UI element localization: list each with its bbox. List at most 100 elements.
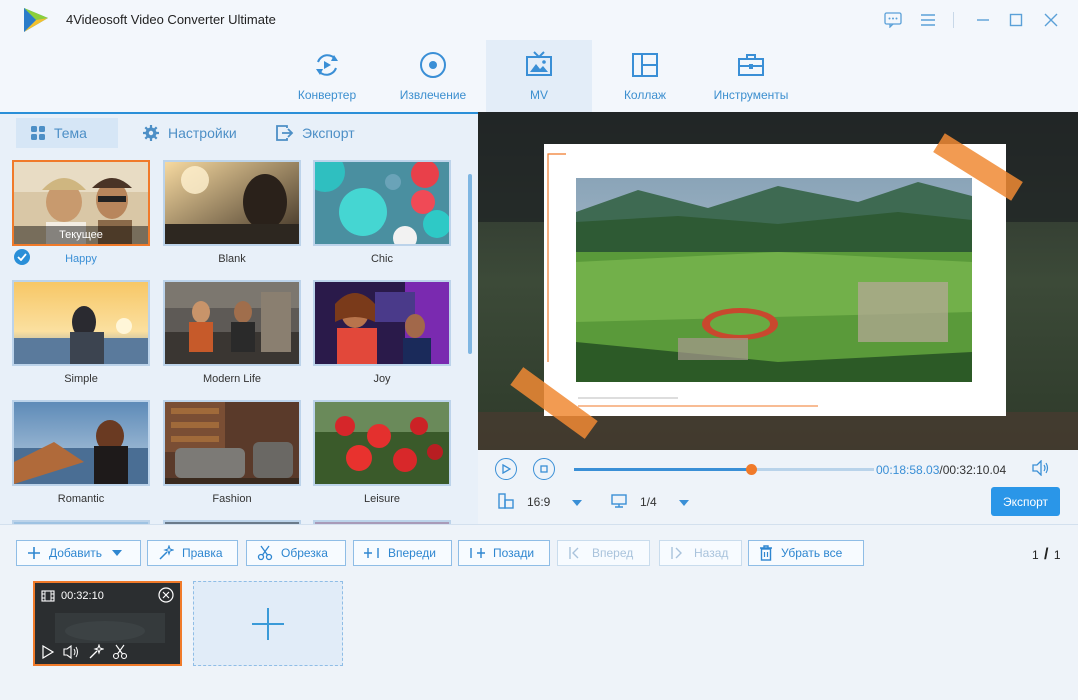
gear-icon: [143, 125, 159, 141]
move-forward-icon: [569, 547, 579, 559]
tab-collage[interactable]: Коллаж: [602, 40, 688, 112]
minimize-icon[interactable]: [973, 10, 993, 30]
add-label: Добавить: [49, 546, 103, 560]
clip-volume-button[interactable]: [63, 644, 81, 662]
play-icon: [42, 644, 55, 660]
add-clip-slot[interactable]: [193, 581, 343, 666]
close-circle-icon: [158, 587, 174, 603]
theme-name: Joy: [373, 373, 391, 385]
tab-converter[interactable]: Конвертер: [284, 40, 370, 112]
theme-modern-life[interactable]: Modern Life: [163, 280, 301, 385]
move-backward-icon: [671, 547, 682, 559]
subtab-settings-label: Настройки: [168, 125, 237, 141]
theme-name: Fashion: [212, 493, 252, 505]
export-button[interactable]: Экспорт: [991, 487, 1060, 516]
title-bar: 4Videosoft Video Converter Ultimate: [0, 0, 1078, 40]
film-icon: [41, 590, 55, 602]
tab-toolbox[interactable]: Инструменты: [706, 40, 796, 112]
theme-thumbnail[interactable]: [163, 400, 301, 486]
theme-grid: Текущее Happy Blank Chic Simple Modern L…: [12, 160, 460, 526]
theme-name: Romantic: [57, 493, 105, 505]
theme-fashion[interactable]: Fashion: [163, 400, 301, 505]
close-icon[interactable]: [1041, 10, 1061, 30]
screen-value: 1/4: [640, 495, 657, 509]
theme-thumbnail[interactable]: [12, 280, 150, 366]
theme-thumbnail[interactable]: Текущее: [12, 160, 150, 246]
progress-knob[interactable]: [746, 464, 757, 475]
trim-button[interactable]: Обрезка: [246, 540, 346, 566]
theme-romantic[interactable]: Romantic: [12, 400, 150, 505]
theme-thumbnail[interactable]: [163, 160, 301, 246]
mv-preview: [478, 112, 1078, 450]
theme-thumbnail[interactable]: [163, 280, 301, 366]
theme-thumbnail[interactable]: [313, 280, 451, 366]
tab-ripper[interactable]: Извлечение: [390, 40, 476, 112]
clip-play-button[interactable]: [41, 644, 55, 662]
scissors-icon: [112, 644, 128, 660]
theme-scrollbar[interactable]: [468, 174, 472, 354]
add-button[interactable]: Добавить: [16, 540, 141, 566]
screen-dropdown[interactable]: [679, 495, 689, 510]
tab-converter-label: Конвертер: [297, 88, 357, 102]
stop-button[interactable]: [533, 458, 555, 480]
plus-icon: [252, 607, 284, 640]
subtab-export-label: Экспорт: [302, 125, 355, 141]
theme-leisure[interactable]: Leisure: [313, 400, 451, 505]
backward-button[interactable]: Назад: [659, 540, 742, 566]
theme-simple[interactable]: Simple: [12, 280, 150, 385]
player-controls: 00:18:58.03/00:32:10.04 16:9 1/4 Экспорт: [478, 450, 1078, 524]
behind-button[interactable]: Позади: [458, 540, 550, 566]
tab-mv[interactable]: MV: [486, 40, 592, 112]
theme-thumbnail[interactable]: [12, 400, 150, 486]
backward-label: Назад: [694, 546, 729, 560]
app-title: 4Videosoft Video Converter Ultimate: [66, 12, 276, 27]
menu-icon[interactable]: [918, 10, 938, 30]
insert-behind-icon: [470, 548, 485, 558]
trash-icon: [760, 545, 772, 561]
subtab-settings[interactable]: Настройки: [142, 118, 237, 148]
ahead-button[interactable]: Впереди: [353, 540, 452, 566]
current-theme-label: Текущее: [14, 226, 148, 244]
magic-wand-icon: [159, 545, 174, 560]
edit-label: Правка: [182, 546, 223, 560]
chevron-down-icon: [572, 500, 582, 506]
remove-clip-button[interactable]: [158, 587, 174, 606]
theme-blank[interactable]: Blank: [163, 160, 301, 265]
page-indicator: 1 / 1: [1032, 546, 1061, 564]
theme-chic[interactable]: Chic: [313, 160, 451, 265]
aspect-ratio-dropdown[interactable]: [572, 495, 582, 510]
bottom-area: Добавить Правка Обрезка Впереди Позади В…: [0, 524, 1078, 700]
play-button[interactable]: [495, 458, 517, 480]
video-clip[interactable]: 00:32:10: [33, 581, 182, 666]
check-icon: [14, 249, 30, 265]
subtab-export[interactable]: Экспорт: [276, 118, 355, 148]
subtab-theme[interactable]: Тема: [16, 118, 118, 148]
volume-icon: [63, 644, 78, 660]
theme-name: Happy: [65, 253, 97, 265]
theme-thumbnail[interactable]: [313, 160, 451, 246]
timecode: 00:18:58.03/00:32:10.04: [876, 463, 1006, 477]
theme-thumbnail[interactable]: [313, 400, 451, 486]
total-time: /00:32:10.04: [939, 463, 1007, 477]
edit-button[interactable]: Правка: [147, 540, 238, 566]
page-current: 1: [1032, 548, 1039, 562]
page-total: 1: [1053, 548, 1061, 562]
forward-button[interactable]: Вперед: [557, 540, 650, 566]
progress-slider[interactable]: [574, 464, 874, 475]
remove-all-button[interactable]: Убрать все: [748, 540, 864, 566]
clip-edit-button[interactable]: [88, 643, 105, 663]
theme-happy[interactable]: Текущее Happy: [12, 160, 150, 265]
volume-icon[interactable]: [1032, 459, 1050, 479]
aspect-ratio-value: 16:9: [527, 495, 551, 509]
clip-trim-button[interactable]: [112, 644, 128, 663]
collage-icon: [630, 50, 660, 80]
theme-joy[interactable]: Joy: [313, 280, 451, 385]
clip-duration: 00:32:10: [61, 590, 104, 602]
maximize-icon[interactable]: [1006, 10, 1026, 30]
feedback-icon[interactable]: [883, 10, 903, 30]
theme-name: Blank: [218, 253, 246, 265]
ahead-label: Впереди: [388, 546, 436, 560]
trim-label: Обрезка: [281, 546, 328, 560]
plus-icon: [28, 547, 40, 559]
chevron-down-icon: [112, 550, 123, 556]
